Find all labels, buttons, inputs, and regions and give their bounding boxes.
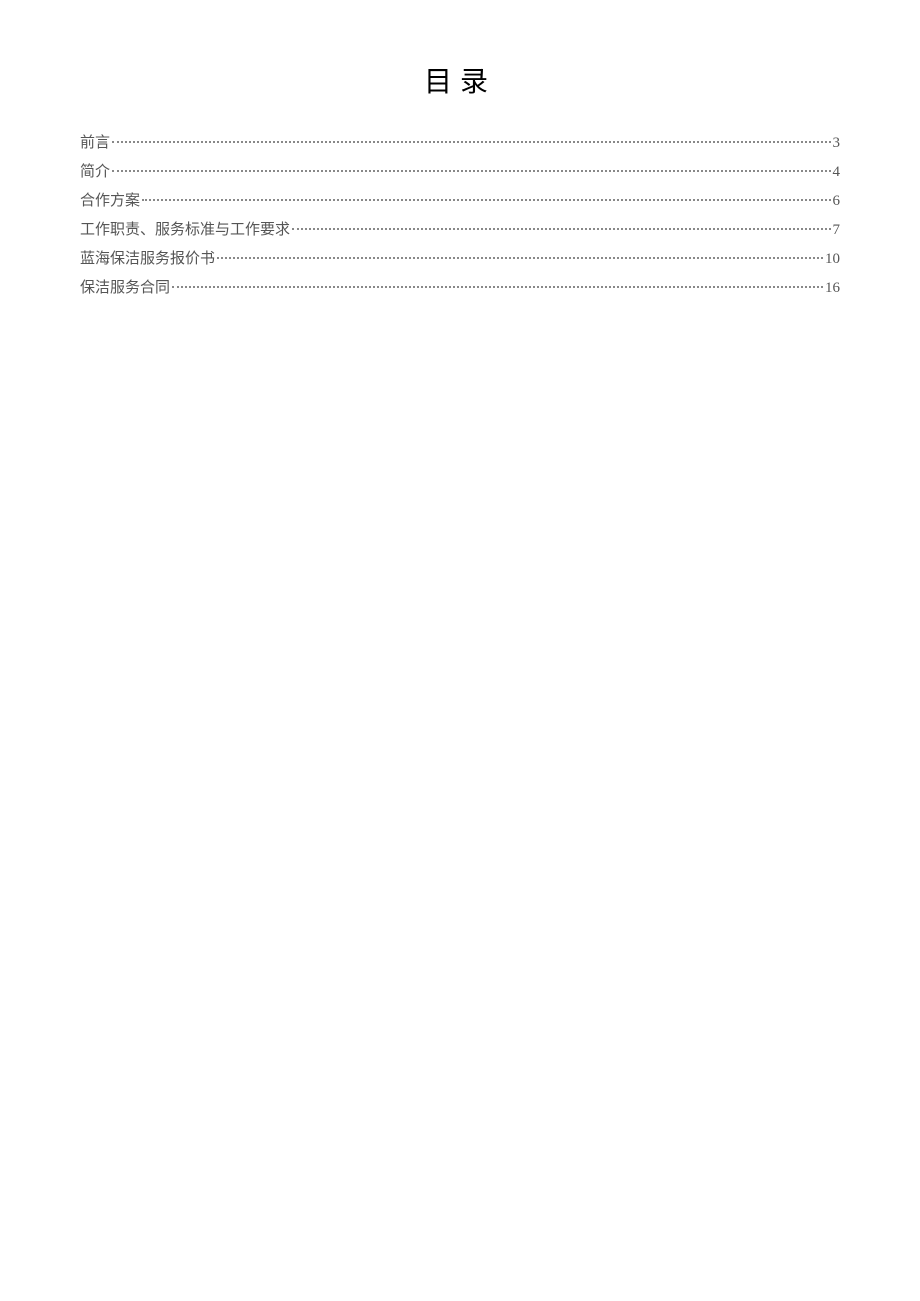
toc-entry-page: 3 bbox=[833, 130, 841, 157]
toc-entry: 保洁服务合同 16 bbox=[80, 275, 840, 302]
toc-entry-label: 工作职责、服务标准与工作要求 bbox=[80, 217, 290, 244]
toc-entry-page: 10 bbox=[825, 246, 840, 273]
toc-leader-dots bbox=[112, 170, 830, 172]
toc-entry: 工作职责、服务标准与工作要求 7 bbox=[80, 217, 840, 244]
toc-entry-page: 6 bbox=[833, 188, 841, 215]
toc-leader-dots bbox=[172, 286, 823, 288]
toc-leader-dots bbox=[292, 228, 830, 230]
toc-entry-page: 4 bbox=[833, 159, 841, 186]
page-title: 目录 bbox=[80, 60, 840, 100]
toc-entry-page: 7 bbox=[833, 217, 841, 244]
toc-entry: 简介 4 bbox=[80, 159, 840, 186]
toc-leader-dots bbox=[217, 257, 823, 259]
toc-entry-label: 蓝海保洁服务报价书 bbox=[80, 246, 215, 273]
toc-entry: 合作方案 6 bbox=[80, 188, 840, 215]
toc-entry-label: 保洁服务合同 bbox=[80, 275, 170, 302]
toc-leader-dots bbox=[112, 141, 830, 143]
toc-entry-label: 前言 bbox=[80, 130, 110, 157]
toc-leader-dots bbox=[142, 199, 830, 201]
toc-entry-label: 合作方案 bbox=[80, 188, 140, 215]
toc-entry: 前言 3 bbox=[80, 130, 840, 157]
toc-entry-page: 16 bbox=[825, 275, 840, 302]
table-of-contents: 前言 3 简介 4 合作方案 6 工作职责、服务标准与工作要求 7 蓝海保洁服务… bbox=[80, 130, 840, 302]
toc-entry-label: 简介 bbox=[80, 159, 110, 186]
toc-entry: 蓝海保洁服务报价书 10 bbox=[80, 246, 840, 273]
